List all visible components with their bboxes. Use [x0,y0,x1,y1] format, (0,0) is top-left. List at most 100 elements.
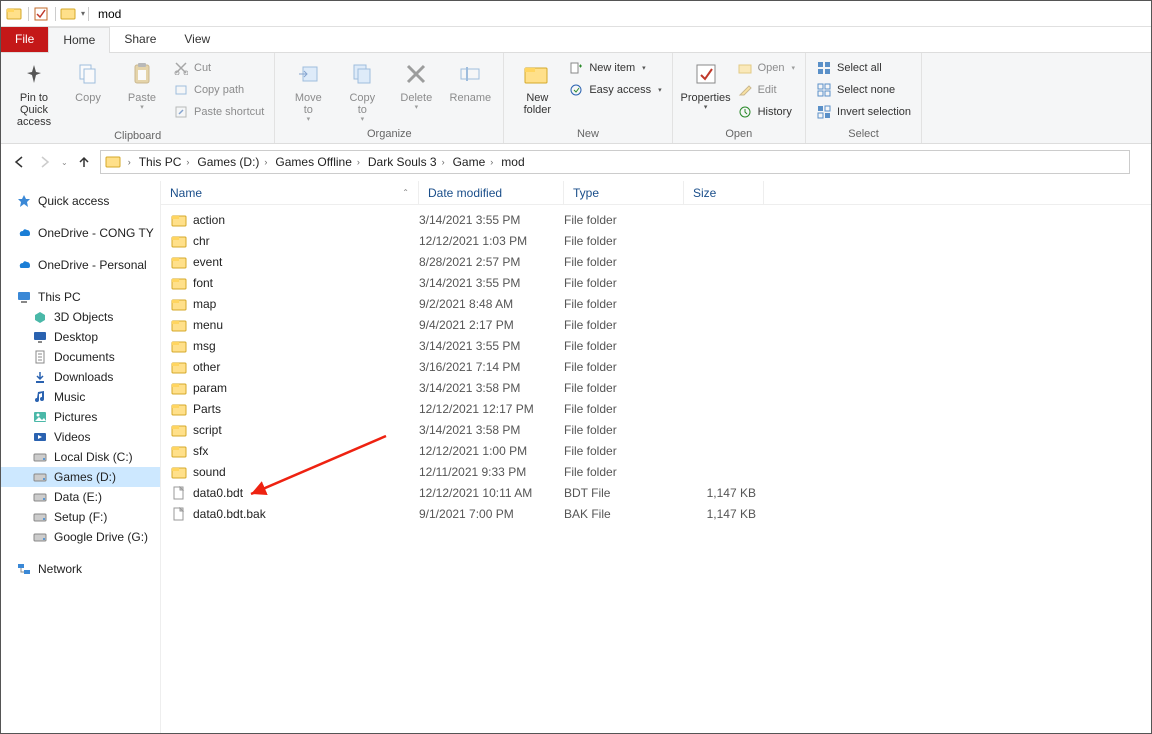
file-row[interactable]: script3/14/2021 3:58 PMFile folder [161,419,1151,440]
rename-icon [454,58,486,90]
file-row[interactable]: param3/14/2021 3:58 PMFile folder [161,377,1151,398]
new-folder-icon [521,58,553,90]
sidebar-drive-selected[interactable]: Games (D:) [1,467,160,487]
delete-button[interactable]: Delete▾ [389,56,443,112]
cut-button[interactable]: Cut [169,59,268,77]
pin-icon [18,58,50,90]
column-header-name[interactable]: Name⌃ [161,181,419,204]
file-row[interactable]: sound12/11/2021 9:33 PMFile folder [161,461,1151,482]
file-row[interactable]: data0.bdt.bak9/1/2021 7:00 PMBAK File1,1… [161,503,1151,524]
folder-icon [171,423,187,437]
recent-locations-dropdown[interactable]: ⌄ [61,158,68,167]
file-row[interactable]: font3/14/2021 3:55 PMFile folder [161,272,1151,293]
qat-dropdown-icon[interactable]: ▾ [81,9,85,18]
invert-selection-icon [816,104,832,120]
invert-selection-button[interactable]: Invert selection [812,103,915,121]
breadcrumb-item[interactable]: Games (D:)› [194,155,270,169]
edit-button[interactable]: Edit [733,81,799,99]
rename-button[interactable]: Rename [443,56,497,104]
file-name: event [193,255,222,269]
qat-save-icon[interactable] [32,5,50,23]
file-row[interactable]: other3/16/2021 7:14 PMFile folder [161,356,1151,377]
folder-icon [171,234,187,248]
file-name: data0.bdt.bak [193,507,266,521]
breadcrumb-item[interactable]: mod [498,155,527,169]
navbar: ⌄ › This PC› Games (D:)› Games Offline› … [1,144,1151,180]
sidebar-onedrive[interactable]: OneDrive - CONG TY [1,223,160,243]
file-row[interactable]: event8/28/2021 2:57 PMFile folder [161,251,1151,272]
file-name: data0.bdt [193,486,243,500]
breadcrumb-item[interactable]: Dark Souls 3› [365,155,448,169]
sidebar-3d-objects[interactable]: 3D Objects [1,307,160,327]
sidebar-downloads[interactable]: Downloads [1,367,160,387]
folder-icon [171,318,187,332]
column-header-date[interactable]: Date modified [419,181,564,204]
file-row[interactable]: data0.bdt12/12/2021 10:11 AMBDT File1,14… [161,482,1151,503]
tab-share[interactable]: Share [110,27,170,52]
forward-button[interactable] [35,152,55,172]
folder-icon [171,255,187,269]
organize-group-label: Organize [275,126,503,143]
sidebar-drive[interactable]: Setup (F:) [1,507,160,527]
sidebar-pictures[interactable]: Pictures [1,407,160,427]
file-row[interactable]: sfx12/12/2021 1:00 PMFile folder [161,440,1151,461]
file-name: map [193,297,216,311]
file-row[interactable]: msg3/14/2021 3:55 PMFile folder [161,335,1151,356]
easy-access-icon [568,82,584,98]
clipboard-group-label: Clipboard [1,128,274,145]
file-row[interactable]: menu9/4/2021 2:17 PMFile folder [161,314,1151,335]
copy-to-button[interactable]: Copy to▾ [335,56,389,124]
new-folder-button[interactable]: New folder [510,56,564,116]
sidebar-desktop[interactable]: Desktop [1,327,160,347]
copy-button[interactable]: Copy [61,56,115,104]
paste-button[interactable]: Paste ▾ [115,56,169,112]
up-button[interactable] [74,152,94,172]
easy-access-button[interactable]: Easy access▾ [564,81,665,99]
sidebar-documents[interactable]: Documents [1,347,160,367]
file-row[interactable]: chr12/12/2021 1:03 PMFile folder [161,230,1151,251]
folder-icon [171,381,187,395]
file-row[interactable]: Parts12/12/2021 12:17 PMFile folder [161,398,1151,419]
column-header-size[interactable]: Size [684,181,764,204]
select-all-button[interactable]: Select all [812,59,915,77]
file-name: msg [193,339,216,353]
tab-file[interactable]: File [1,27,48,52]
properties-button[interactable]: Properties▾ [679,56,733,112]
move-to-button[interactable]: Move to▾ [281,56,335,124]
folder-icon [171,213,187,227]
properties-icon [690,58,722,90]
sidebar-music[interactable]: Music [1,387,160,407]
history-button[interactable]: History [733,103,799,121]
file-name: script [193,423,222,437]
history-icon [737,104,753,120]
sidebar-this-pc[interactable]: This PC [1,287,160,307]
folder-icon [171,465,187,479]
breadcrumb-item[interactable]: Game› [450,155,497,169]
open-button[interactable]: Open▾ [733,59,799,77]
select-all-icon [816,60,832,76]
pin-to-quick-access-button[interactable]: Pin to Quick access [7,56,61,128]
select-group-label: Select [806,126,921,143]
open-icon [737,60,753,76]
breadcrumb-item[interactable]: This PC› [136,155,193,169]
file-row[interactable]: map9/2/2021 8:48 AMFile folder [161,293,1151,314]
back-button[interactable] [9,152,29,172]
column-header-type[interactable]: Type [564,181,684,204]
sidebar-onedrive[interactable]: OneDrive - Personal [1,255,160,275]
sidebar-quick-access[interactable]: Quick access [1,191,160,211]
paste-shortcut-button[interactable]: Paste shortcut [169,103,268,121]
sidebar-videos[interactable]: Videos [1,427,160,447]
sidebar-drive[interactable]: Data (E:) [1,487,160,507]
tab-view[interactable]: View [170,27,224,52]
sidebar-network[interactable]: Network [1,559,160,579]
tab-home[interactable]: Home [48,27,110,53]
sidebar-drive[interactable]: Local Disk (C:) [1,447,160,467]
file-row[interactable]: action3/14/2021 3:55 PMFile folder [161,209,1151,230]
sidebar-drive[interactable]: Google Drive (G:) [1,527,160,547]
select-none-button[interactable]: Select none [812,81,915,99]
copy-path-button[interactable]: Copy path [169,81,268,99]
new-item-button[interactable]: New item▾ [564,59,665,77]
file-name: other [193,360,220,374]
breadcrumb-item[interactable]: Games Offline› [272,155,362,169]
address-bar[interactable]: › This PC› Games (D:)› Games Offline› Da… [100,150,1130,174]
